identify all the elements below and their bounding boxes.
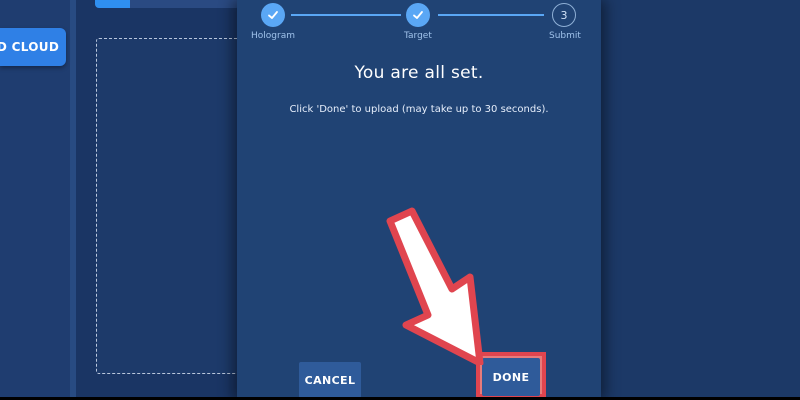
dialog-message: Click 'Done' to upload (may take up to 3… bbox=[289, 104, 549, 115]
step-hologram-check-icon bbox=[261, 3, 285, 27]
step-submit-number: 3 bbox=[552, 3, 576, 27]
app-frame: D CLOUD 3 Hologram Target Submit You are… bbox=[0, 0, 800, 400]
cloud-button[interactable]: D CLOUD bbox=[0, 28, 66, 66]
step-connector bbox=[291, 14, 401, 16]
dialog-title: You are all set. bbox=[354, 63, 484, 83]
left-panel: D CLOUD bbox=[0, 0, 76, 400]
cancel-button[interactable]: CANCEL bbox=[299, 362, 361, 398]
drop-zone[interactable] bbox=[96, 38, 258, 374]
step-label-hologram: Hologram bbox=[251, 31, 295, 41]
step-connector bbox=[438, 14, 544, 16]
pointer-arrow-icon bbox=[386, 207, 484, 365]
step-target-check-icon bbox=[406, 3, 430, 27]
stepper: 3 Hologram Target Submit bbox=[237, 0, 601, 48]
step-label-submit: Submit bbox=[549, 31, 581, 41]
step-label-target: Target bbox=[404, 31, 432, 41]
cloud-button-label: D CLOUD bbox=[0, 40, 60, 54]
progress-bar bbox=[95, 0, 240, 8]
background-panel bbox=[601, 0, 800, 400]
